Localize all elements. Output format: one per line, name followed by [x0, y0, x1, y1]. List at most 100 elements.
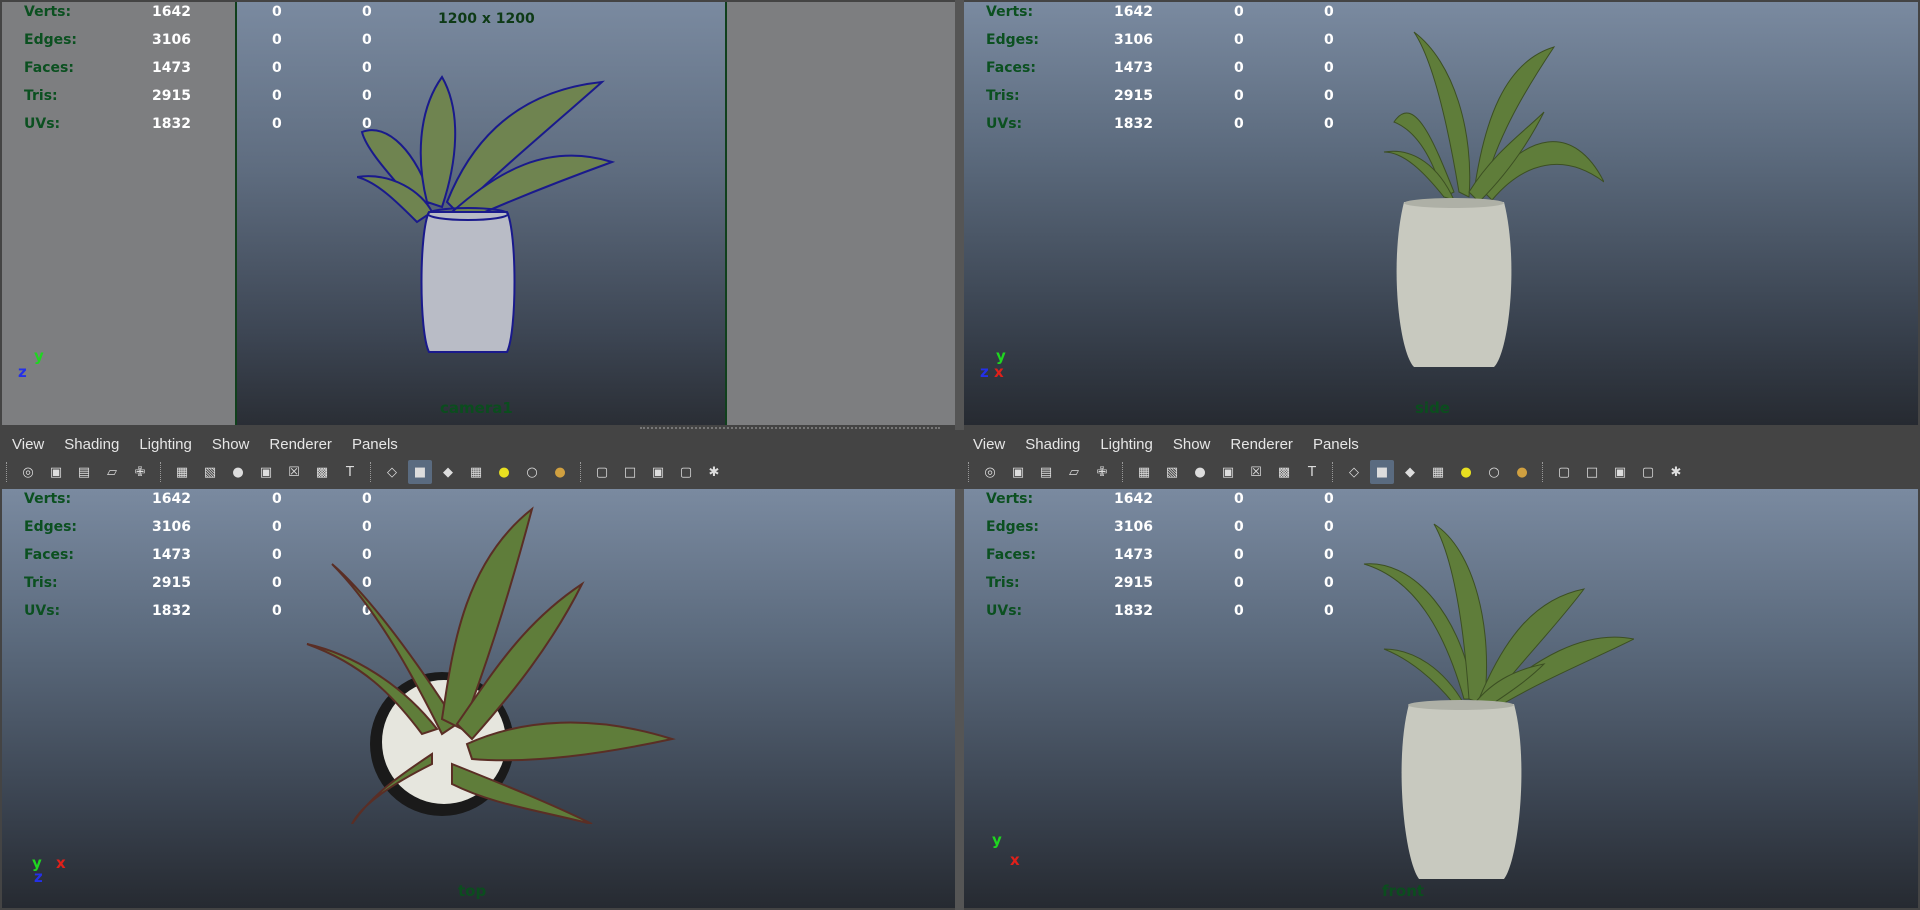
toolbar-separator: [6, 462, 12, 482]
hud-label: Faces:: [986, 547, 1036, 563]
pane-divider[interactable]: [640, 427, 940, 431]
side-viewport[interactable]: Verts: 1642 0 0 Edges: 3106 0 0 Faces: 1473 0 0 Tris…: [964, 2, 1918, 425]
bookmark-icon[interactable]: ▤: [1034, 460, 1058, 484]
safe-action-icon[interactable]: ▩: [310, 460, 334, 484]
menu-show[interactable]: Show: [202, 434, 260, 456]
plant-model-front[interactable]: [1354, 519, 1634, 884]
image-plane-icon[interactable]: ▱: [100, 460, 124, 484]
wireframe-on-shaded-icon[interactable]: ◆: [1398, 460, 1422, 484]
menu-lighting[interactable]: Lighting: [129, 434, 202, 456]
menu-shading[interactable]: Shading: [1015, 434, 1090, 456]
hud-value: 0: [1234, 4, 1244, 20]
hud-value: 0: [1234, 88, 1244, 104]
2d-pan-zoom-icon[interactable]: ✙: [1090, 460, 1114, 484]
smooth-shade-icon[interactable]: ■: [408, 460, 432, 484]
shadows-icon[interactable]: ○: [1482, 460, 1506, 484]
xray-joints-icon[interactable]: ▣: [1608, 460, 1632, 484]
menu-panels[interactable]: Panels: [1303, 434, 1369, 456]
perspective-viewport[interactable]: 1200 x 1200 Verts: 1642 0 0 Edges: 3106 0 0 Face…: [2, 2, 955, 425]
menu-renderer[interactable]: Renderer: [1220, 434, 1303, 456]
menu-shading[interactable]: Shading: [54, 434, 129, 456]
front-viewport[interactable]: Verts: 1642 0 0 Edges: 3106 0 0 Faces: 1473 0 0 Tris…: [964, 489, 1918, 908]
axis-indicator: y x z: [32, 854, 66, 886]
safe-title-icon[interactable]: T: [338, 460, 362, 484]
hud-value: 0: [272, 519, 282, 535]
plant-model-side[interactable]: [1374, 22, 1604, 372]
film-gate-icon[interactable]: ▧: [1160, 460, 1184, 484]
hud-value: 1832: [152, 116, 191, 132]
camera-attributes-icon[interactable]: ▣: [44, 460, 68, 484]
hud-value: 1832: [152, 603, 191, 619]
hud-value: 1642: [152, 491, 191, 507]
share-icon[interactable]: ✱: [702, 460, 726, 484]
film-gate-icon[interactable]: ▧: [198, 460, 222, 484]
2d-pan-zoom-icon[interactable]: ✙: [128, 460, 152, 484]
hud-value: 0: [1234, 116, 1244, 132]
share-icon[interactable]: ✱: [1664, 460, 1688, 484]
camera-select-icon[interactable]: ◎: [16, 460, 40, 484]
shadows-icon[interactable]: ○: [520, 460, 544, 484]
hud-label: Tris:: [986, 575, 1020, 591]
menu-lighting[interactable]: Lighting: [1090, 434, 1163, 456]
isolate-select-icon[interactable]: ▢: [590, 460, 614, 484]
safe-title-icon[interactable]: T: [1300, 460, 1324, 484]
field-chart-icon[interactable]: ☒: [282, 460, 306, 484]
xray-joints-icon[interactable]: ▣: [646, 460, 670, 484]
camera-select-icon[interactable]: ◎: [978, 460, 1002, 484]
menu-renderer[interactable]: Renderer: [259, 434, 342, 456]
vertical-divider[interactable]: [955, 489, 964, 910]
menu-panels[interactable]: Panels: [342, 434, 408, 456]
xray-icon[interactable]: □: [618, 460, 642, 484]
grid-icon[interactable]: ▦: [1132, 460, 1156, 484]
panel-menu-bar: View Shading Lighting Show Renderer Pane…: [963, 434, 1369, 456]
ambient-occlusion-icon[interactable]: ●: [548, 460, 572, 484]
hud-label: UVs:: [24, 116, 61, 132]
wireframe-icon[interactable]: ◇: [380, 460, 404, 484]
toolbar-separator: [1332, 462, 1338, 482]
gate-mask-icon[interactable]: ▣: [1216, 460, 1240, 484]
hud-value: 0: [1324, 575, 1334, 591]
textured-icon[interactable]: ▦: [464, 460, 488, 484]
smooth-shade-icon[interactable]: ■: [1370, 460, 1394, 484]
ambient-occlusion-icon[interactable]: ●: [1510, 460, 1534, 484]
hud-value: 0: [1324, 4, 1334, 20]
xray-icon[interactable]: □: [1580, 460, 1604, 484]
field-chart-icon[interactable]: ☒: [1244, 460, 1268, 484]
hud-value: 2915: [152, 575, 191, 591]
camera-label: top: [458, 882, 487, 900]
resolution-gate-icon[interactable]: ●: [1188, 460, 1212, 484]
vertical-divider[interactable]: [955, 0, 964, 430]
plant-wireframe[interactable]: [357, 72, 617, 362]
safe-action-icon[interactable]: ▩: [1272, 460, 1296, 484]
backface-icon[interactable]: ▢: [1636, 460, 1660, 484]
menu-view[interactable]: View: [2, 434, 54, 456]
top-viewport[interactable]: Verts: 1642 0 0 Edges: 3106 0 0 Faces: 1473 0 0 Tris…: [2, 489, 955, 908]
hud-value: 0: [362, 32, 372, 48]
gate-mask-icon[interactable]: ▣: [254, 460, 278, 484]
wireframe-on-shaded-icon[interactable]: ◆: [436, 460, 460, 484]
use-all-lights-icon[interactable]: ●: [1454, 460, 1478, 484]
hud-value: 1642: [1114, 4, 1153, 20]
image-plane-icon[interactable]: ▱: [1062, 460, 1086, 484]
hud-value: 0: [272, 603, 282, 619]
hud-label: Verts:: [986, 491, 1034, 507]
plant-model-top[interactable]: [292, 504, 692, 824]
hud-value: 3106: [1114, 519, 1153, 535]
camera-attributes-icon[interactable]: ▣: [1006, 460, 1030, 484]
axis-indicator: y z: [18, 347, 44, 381]
hud-value: 2915: [152, 88, 191, 104]
backface-icon[interactable]: ▢: [674, 460, 698, 484]
use-all-lights-icon[interactable]: ●: [492, 460, 516, 484]
bookmark-icon[interactable]: ▤: [72, 460, 96, 484]
hud-value: 1642: [152, 4, 191, 20]
resolution-gate-icon[interactable]: ●: [226, 460, 250, 484]
hud-value: 0: [272, 491, 282, 507]
textured-icon[interactable]: ▦: [1426, 460, 1450, 484]
hud-value: 0: [1324, 547, 1334, 563]
panel-toolbar: ◎ ▣ ▤ ▱ ✙ ▦ ▧ ● ▣ ☒ ▩ T ◇ ■ ◆ ▦ ● ○ ● ▢ □ ▣ ▢ ✱: [962, 457, 1690, 487]
wireframe-icon[interactable]: ◇: [1342, 460, 1366, 484]
menu-show[interactable]: Show: [1163, 434, 1221, 456]
menu-view[interactable]: View: [963, 434, 1015, 456]
isolate-select-icon[interactable]: ▢: [1552, 460, 1576, 484]
grid-icon[interactable]: ▦: [170, 460, 194, 484]
